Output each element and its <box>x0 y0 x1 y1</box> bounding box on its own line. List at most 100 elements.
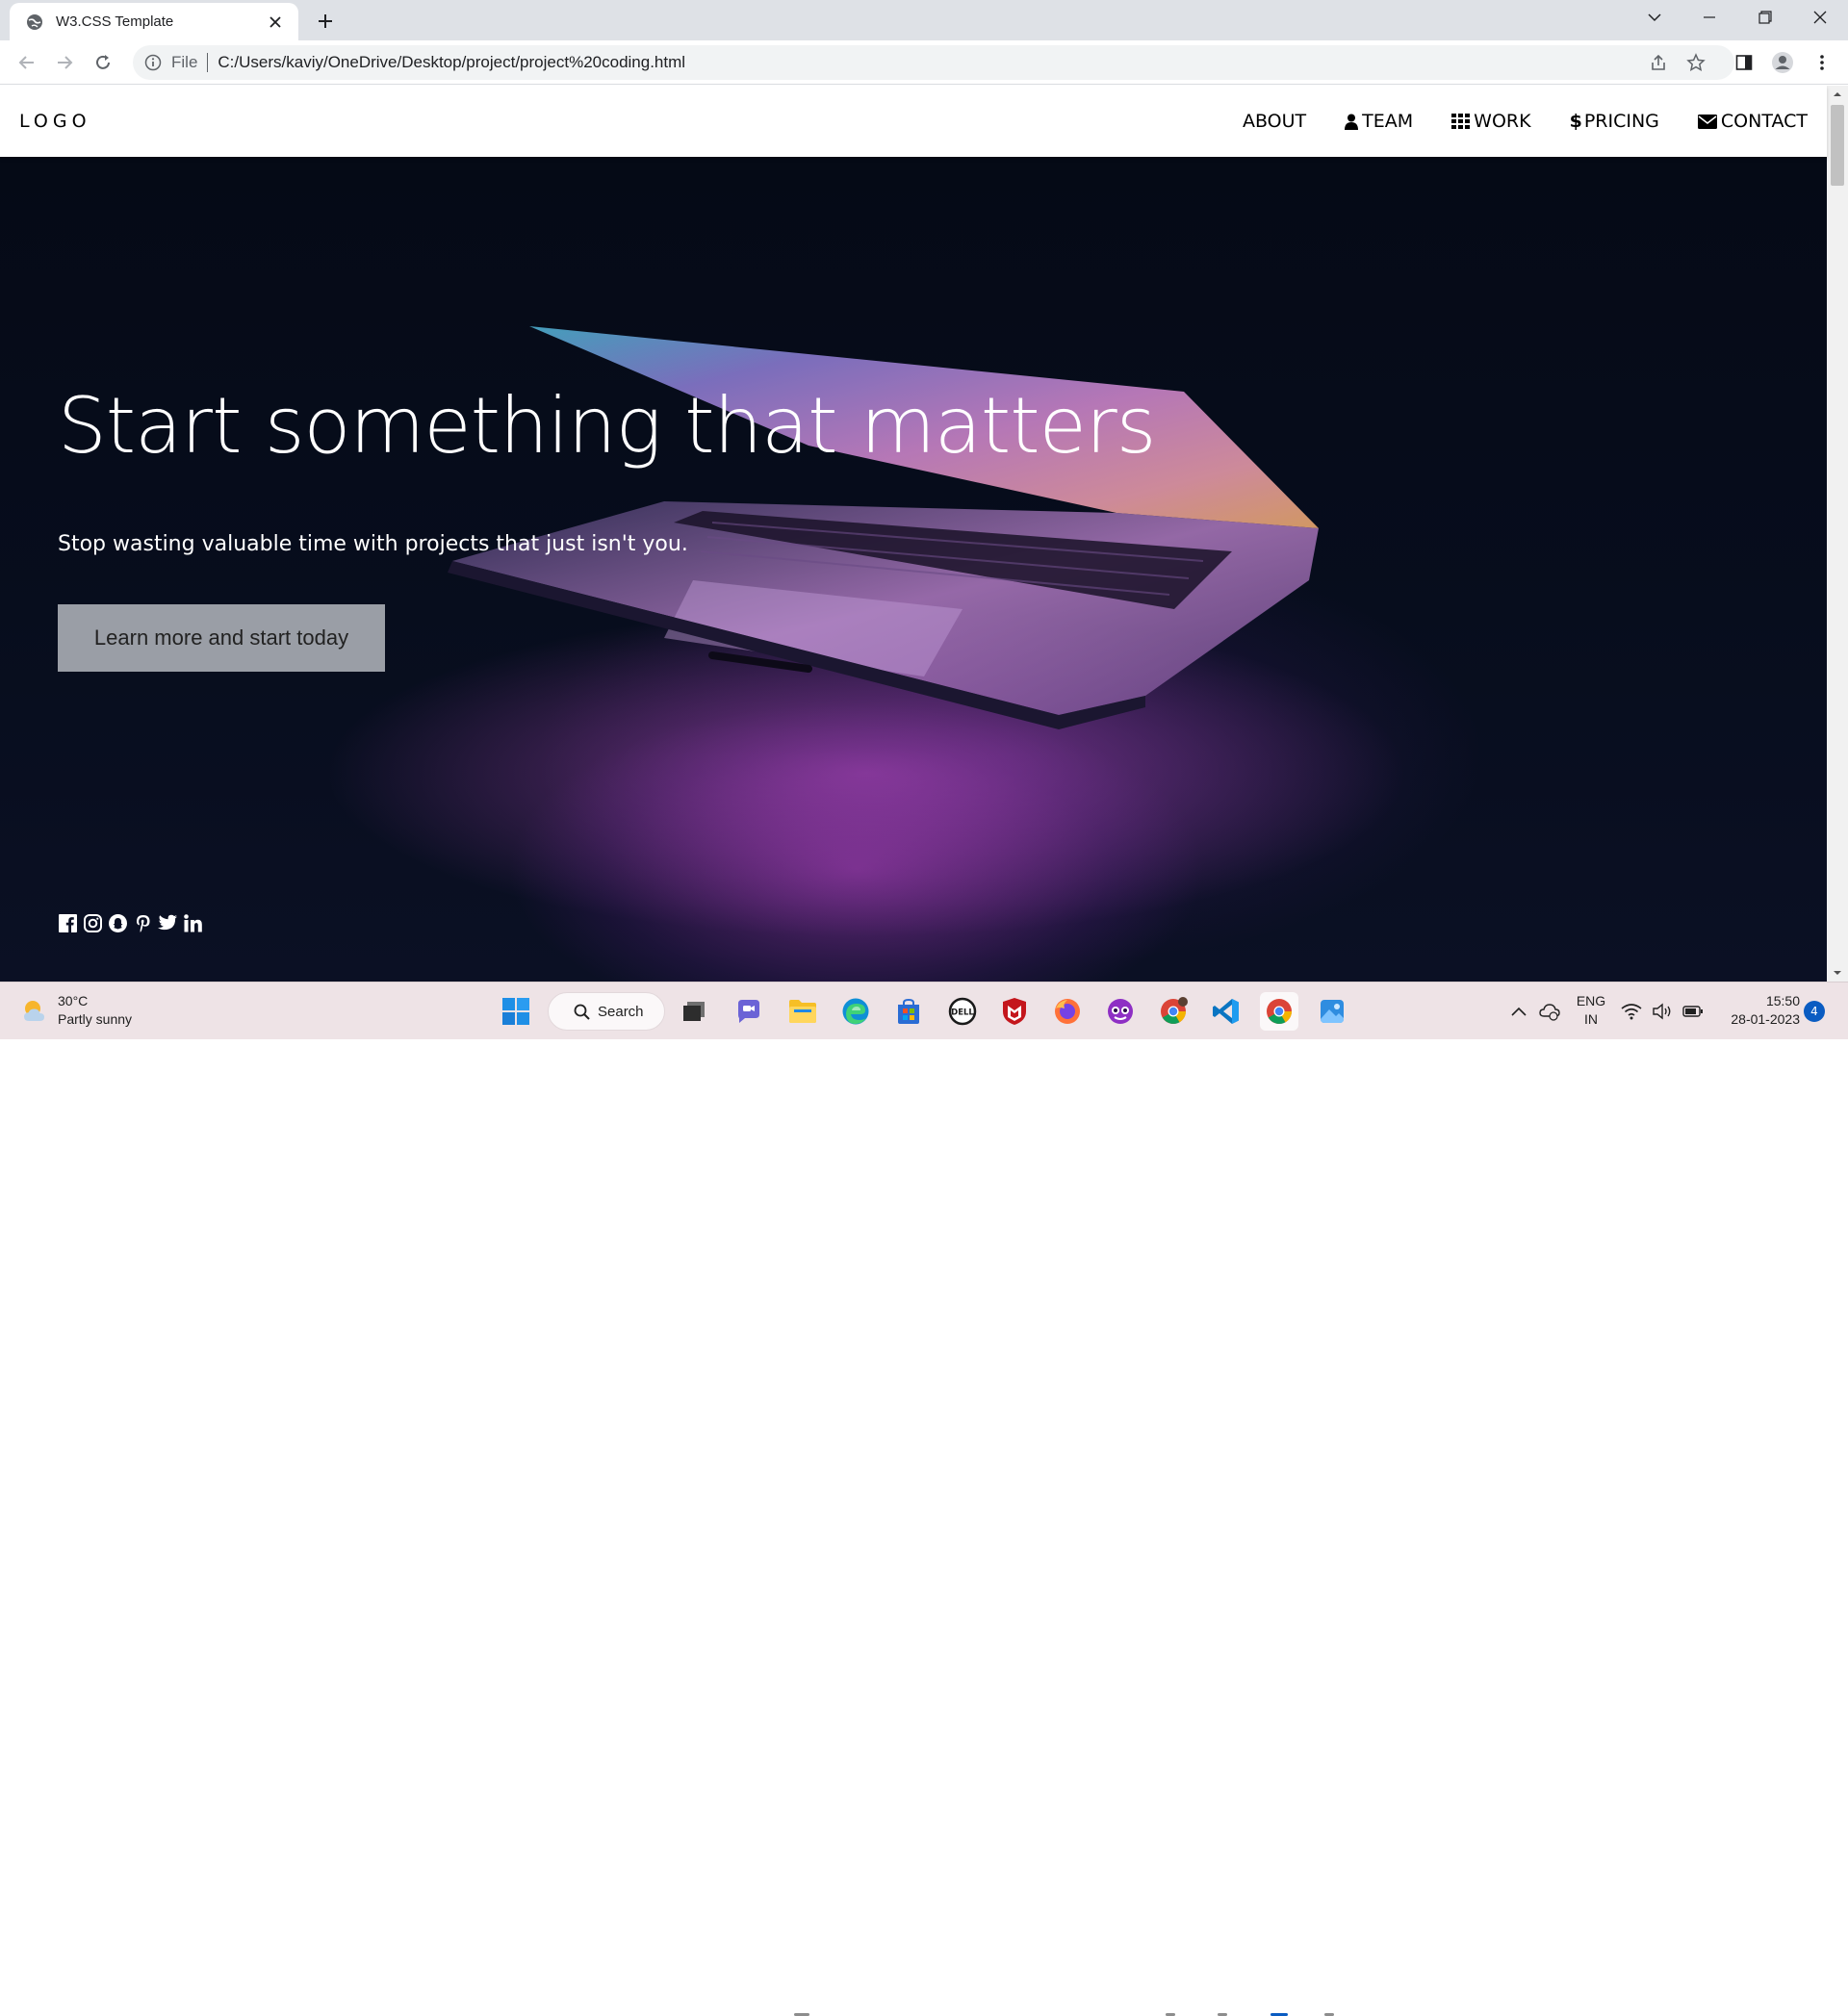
teams-chat-button[interactable] <box>730 992 768 1031</box>
nav-menu: ABOUT TEAM WORK $ PRICING CONTACT <box>1204 86 1808 157</box>
nav-item-about[interactable]: ABOUT <box>1243 111 1306 132</box>
photos-button[interactable] <box>1313 992 1351 1031</box>
nav-item-work[interactable]: WORK <box>1451 111 1531 132</box>
nav-item-pricing[interactable]: $ PRICING <box>1570 111 1659 132</box>
profile-button[interactable] <box>1767 47 1798 78</box>
tab-search-button[interactable] <box>1628 0 1681 35</box>
chrome-icon <box>1267 999 1292 1024</box>
share-icon <box>1652 54 1665 70</box>
bookmark-button[interactable] <box>1681 47 1711 78</box>
nav-item-label: CONTACT <box>1720 111 1808 132</box>
share-button[interactable] <box>1643 47 1674 78</box>
battery-button[interactable] <box>1677 992 1709 1031</box>
linkedin-icon[interactable] <box>183 913 202 932</box>
wifi-button[interactable] <box>1615 992 1648 1031</box>
snapchat-icon[interactable] <box>108 913 127 932</box>
vscode-button[interactable] <box>1207 992 1245 1031</box>
page-scrollbar[interactable] <box>1827 86 1848 982</box>
volume-button[interactable] <box>1646 992 1679 1031</box>
firefox-button[interactable] <box>1048 992 1087 1031</box>
nav-item-label: TEAM <box>1362 111 1414 132</box>
edge-icon <box>842 998 869 1025</box>
laptop-background-image <box>327 326 1405 936</box>
close-window-button[interactable] <box>1793 0 1847 35</box>
battery-icon <box>1682 1006 1703 1017</box>
store-icon <box>898 998 919 1024</box>
browser-tab-strip: W3.CSS Template <box>0 0 1848 40</box>
facebook-icon[interactable] <box>58 913 77 932</box>
edge-browser-button[interactable] <box>836 992 875 1031</box>
dell-app-button[interactable]: DELL <box>943 992 982 1031</box>
scroll-down-icon[interactable] <box>1832 967 1843 979</box>
instagram-icon[interactable] <box>83 913 102 932</box>
hero-section: Start something that matters Stop wastin… <box>0 157 1827 982</box>
page-viewport: LOGO ABOUT TEAM WORK $ PRICING CONTACT S… <box>0 86 1848 982</box>
nav-item-team[interactable]: TEAM <box>1345 111 1413 132</box>
weather-description: Partly sunny <box>58 1011 133 1027</box>
user-icon <box>1345 114 1359 130</box>
chat-icon <box>738 1000 759 1023</box>
start-button[interactable] <box>497 992 535 1031</box>
grid-icon <box>1451 114 1471 129</box>
task-view-button[interactable] <box>676 992 714 1031</box>
weather-widget[interactable]: 30°C Partly sunny <box>21 992 132 1029</box>
tab-title: W3.CSS Template <box>56 13 174 30</box>
language-indicator[interactable]: ENG IN <box>1569 992 1613 1029</box>
mcafee-button[interactable] <box>995 992 1034 1031</box>
learn-more-button[interactable]: Learn more and start today <box>58 604 385 672</box>
reload-icon <box>96 55 110 69</box>
profile-icon <box>1772 52 1793 73</box>
restore-button[interactable] <box>1738 0 1792 35</box>
windows-logo-icon <box>502 998 529 1025</box>
close-tab-icon[interactable] <box>266 13 285 32</box>
url-text[interactable]: C:/Users/kaviy/OneDrive/Desktop/project/… <box>218 53 685 72</box>
side-panel-button[interactable] <box>1729 47 1759 78</box>
minimize-button[interactable] <box>1682 0 1736 35</box>
search-icon <box>574 1004 590 1020</box>
clock[interactable]: 15:50 28-01-2023 <box>1719 992 1800 1029</box>
close-icon <box>1813 11 1827 24</box>
reload-button[interactable] <box>88 47 118 78</box>
vscode-icon <box>1213 999 1239 1024</box>
nav-item-contact[interactable]: CONTACT <box>1697 111 1808 132</box>
back-button[interactable] <box>12 47 42 78</box>
new-tab-button[interactable] <box>312 8 339 35</box>
show-hidden-icons-button[interactable] <box>1502 992 1536 1031</box>
speaker-icon <box>1653 1003 1671 1020</box>
folder-icon <box>789 1000 816 1023</box>
chrome-icon <box>1161 997 1188 1024</box>
notification-badge[interactable]: 4 <box>1804 1001 1825 1022</box>
scroll-thumb[interactable] <box>1831 105 1844 186</box>
chrome-button-active[interactable] <box>1260 992 1298 1031</box>
pinterest-icon[interactable] <box>133 913 152 932</box>
onedrive-tray-button[interactable] <box>1532 992 1567 1031</box>
windows-taskbar: 30°C Partly sunny Search DELL ENG IN 15:… <box>0 982 1848 2016</box>
site-logo[interactable]: LOGO <box>19 111 91 132</box>
site-navbar: LOGO ABOUT TEAM WORK $ PRICING CONTACT <box>0 86 1827 157</box>
scroll-up-icon[interactable] <box>1832 89 1843 100</box>
chevron-down-icon <box>1648 13 1661 22</box>
social-links <box>58 913 202 932</box>
forward-button[interactable] <box>49 47 80 78</box>
file-explorer-button[interactable] <box>783 992 822 1031</box>
star-icon <box>1686 53 1706 71</box>
address-bar[interactable]: File C:/Users/kaviy/OneDrive/Desktop/pro… <box>133 45 1734 80</box>
app-button-purple[interactable] <box>1101 992 1140 1031</box>
chevron-up-icon <box>1511 1007 1527 1016</box>
nav-item-label: WORK <box>1474 111 1531 132</box>
hero-title: Start something that matters <box>58 381 1156 471</box>
taskbar-search[interactable]: Search <box>548 992 665 1031</box>
menu-button[interactable] <box>1807 47 1837 78</box>
photos-icon <box>1321 1000 1344 1023</box>
arrow-left-icon <box>18 56 34 69</box>
envelope-icon <box>1697 114 1717 129</box>
microsoft-store-button[interactable] <box>889 992 928 1031</box>
dollar-icon: $ <box>1569 111 1582 132</box>
twitter-icon[interactable] <box>158 913 177 932</box>
chrome-profile-button[interactable] <box>1154 992 1193 1031</box>
firefox-icon <box>1055 999 1080 1024</box>
side-panel-icon <box>1735 55 1753 70</box>
task-view-icon <box>683 1002 705 1021</box>
browser-tab[interactable]: W3.CSS Template <box>10 3 298 40</box>
search-label: Search <box>598 1003 644 1020</box>
